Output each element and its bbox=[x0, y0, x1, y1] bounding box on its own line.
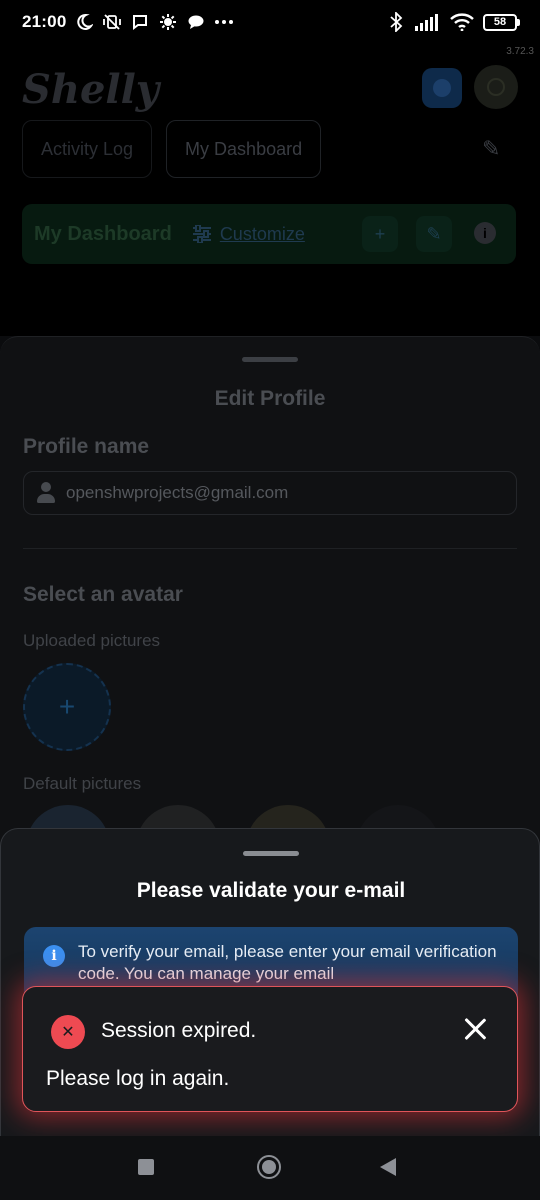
status-bar-left: 21:00 bbox=[22, 12, 234, 32]
sheet-title: Edit Profile bbox=[214, 387, 326, 410]
plus-icon: + bbox=[374, 223, 386, 244]
recents-button[interactable] bbox=[138, 1159, 154, 1175]
pencil-icon: ✎ bbox=[426, 223, 442, 244]
message-bubble-icon bbox=[186, 12, 206, 32]
moon-icon bbox=[74, 12, 94, 32]
tab-bar: Activity Log My Dashboard bbox=[22, 120, 322, 178]
error-icon: ✕ bbox=[51, 1015, 85, 1049]
clock: 21:00 bbox=[22, 12, 67, 31]
toast-title: Session expired. bbox=[101, 1019, 257, 1042]
user-avatar-button[interactable] bbox=[474, 65, 518, 109]
tab-my-dashboard[interactable]: My Dashboard bbox=[166, 120, 322, 178]
home-button[interactable] bbox=[257, 1155, 281, 1179]
pencil-icon[interactable]: ✎ bbox=[482, 136, 500, 162]
signal-icon bbox=[415, 12, 441, 32]
shelly-logo: Shelly bbox=[22, 66, 160, 113]
person-icon bbox=[36, 482, 56, 504]
status-bar-right: 58 bbox=[386, 12, 520, 32]
app-background: 3.72.3 Shelly Activity Log My Dashboard … bbox=[0, 44, 540, 336]
notifications-button[interactable] bbox=[422, 68, 462, 108]
sheet-handle[interactable] bbox=[243, 851, 299, 856]
more-dots-icon bbox=[214, 12, 234, 32]
bluetooth-icon bbox=[386, 12, 406, 32]
session-expired-toast: ✕ Session expired. Please log in again. bbox=[22, 986, 518, 1112]
dashboard-title: My Dashboard bbox=[34, 222, 172, 245]
wifi-icon bbox=[450, 12, 474, 32]
info-text: To verify your email, please enter your … bbox=[78, 942, 497, 983]
sheet-handle[interactable] bbox=[242, 357, 298, 362]
uploaded-pictures-label: Uploaded pictures bbox=[23, 631, 161, 650]
tab-activity-log[interactable]: Activity Log bbox=[22, 120, 153, 178]
customize-link[interactable]: Customize bbox=[192, 224, 305, 245]
close-icon[interactable] bbox=[461, 1015, 489, 1043]
divider bbox=[23, 548, 517, 549]
sliders-icon bbox=[192, 225, 211, 243]
select-avatar-label: Select an avatar bbox=[23, 583, 183, 606]
sheet-title: Please validate your e-mail bbox=[136, 879, 406, 902]
vibrate-off-icon bbox=[102, 12, 122, 32]
avatar-icon bbox=[487, 78, 505, 96]
upload-picture-button[interactable]: + bbox=[23, 663, 111, 751]
info-icon: i bbox=[43, 945, 65, 967]
chat-icon bbox=[130, 12, 150, 32]
dashboard-bar: My Dashboard Customize + ✎ i bbox=[22, 204, 516, 264]
home-icon bbox=[262, 1160, 276, 1174]
profile-name-value: openshwprojects@gmail.com bbox=[66, 483, 289, 502]
status-bar: 21:00 58 bbox=[0, 0, 540, 44]
toast-message: Please log in again. bbox=[46, 1067, 230, 1090]
app-version: 3.72.3 bbox=[506, 46, 534, 57]
navigation-bar bbox=[0, 1136, 540, 1200]
settings-cog-icon bbox=[158, 12, 178, 32]
default-pictures-label: Default pictures bbox=[23, 774, 142, 793]
info-icon[interactable]: i bbox=[474, 222, 496, 244]
customize-label: Customize bbox=[219, 223, 305, 244]
profile-name-label: Profile name bbox=[23, 435, 150, 458]
back-button[interactable] bbox=[380, 1158, 396, 1176]
edit-button[interactable]: ✎ bbox=[416, 216, 452, 252]
badge-icon bbox=[433, 79, 451, 97]
battery-level: 58 bbox=[483, 13, 517, 31]
profile-name-input[interactable]: openshwprojects@gmail.com bbox=[23, 471, 517, 515]
battery-icon: 58 bbox=[483, 13, 520, 31]
plus-icon: + bbox=[58, 691, 76, 722]
add-button[interactable]: + bbox=[362, 216, 398, 252]
